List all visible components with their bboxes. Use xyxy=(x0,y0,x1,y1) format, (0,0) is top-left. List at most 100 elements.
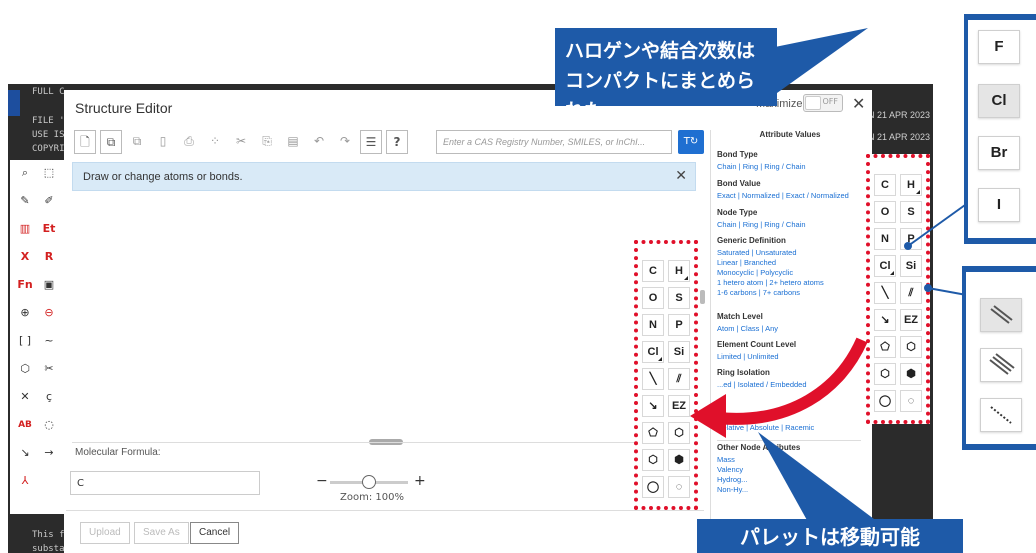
cyclopentane-icon[interactable]: ⬠ xyxy=(642,422,664,444)
zoom-out-icon[interactable]: − xyxy=(316,473,328,489)
hydrogen-button[interactable]: H xyxy=(668,260,690,282)
ring-open-icon[interactable]: ◌ xyxy=(668,476,690,498)
attribute-options[interactable]: Chain | Ring | Ring / Chain xyxy=(717,162,861,172)
copy-icon[interactable]: ⎘ xyxy=(256,130,278,154)
single-bond-icon[interactable]: ╲ xyxy=(642,368,664,390)
attribute-header: Attribute Values xyxy=(759,130,821,139)
translate-button[interactable]: T↻ xyxy=(678,130,704,154)
help-button[interactable]: ? xyxy=(386,130,408,154)
fluorine-button[interactable]: F xyxy=(978,30,1020,64)
wedge-bond-icon[interactable]: ↘ xyxy=(874,309,896,331)
nitrogen-button[interactable]: N xyxy=(642,314,664,336)
background-line: substa xyxy=(32,544,65,553)
carbon-button[interactable]: C xyxy=(874,174,896,196)
editor-toolbar: 🗋 ⧉ ⧉ ▯ ⎙ ⁘ ✂ ⎘ ▤ ↶ ↷ ☰ ? Enter a CAS Re… xyxy=(74,130,704,156)
positive-charge-icon[interactable]: ⊕ xyxy=(14,302,36,324)
panel-scrollbar[interactable] xyxy=(700,290,705,304)
callout-text: ハロゲンや結合次数は コンパクトにまとめられた xyxy=(565,40,756,122)
node-icon[interactable]: ⅄ xyxy=(14,470,36,492)
redo-icon[interactable]: ↷ xyxy=(334,130,356,154)
upload-button[interactable]: Upload xyxy=(80,522,130,544)
hint-text: Draw or change atoms or bonds. xyxy=(83,171,243,183)
x-variable-button[interactable]: X xyxy=(14,246,36,268)
bromine-button[interactable]: Br xyxy=(978,136,1020,170)
structure-search-input[interactable]: Enter a CAS Registry Number, SMILES, or … xyxy=(436,130,672,154)
cancel-button[interactable]: Cancel xyxy=(190,522,240,544)
export-icon[interactable]: ⧉ xyxy=(126,130,148,154)
zoom-handle[interactable] xyxy=(362,475,376,489)
zoom-in-icon[interactable]: + xyxy=(414,473,426,489)
marquee-icon[interactable]: ⬚ xyxy=(38,162,60,184)
cyclohexane-icon[interactable]: ⬡ xyxy=(642,449,664,471)
draw-icon[interactable]: ✐ xyxy=(38,190,60,212)
chlorine-button[interactable]: Cl xyxy=(642,341,664,363)
hydrogen-button[interactable]: H xyxy=(900,174,922,196)
import-icon[interactable]: ⧉ xyxy=(100,130,122,154)
ez-button[interactable]: EZ xyxy=(900,309,922,331)
reaction-arrow-icon[interactable]: → xyxy=(38,442,60,464)
ring-open-icon[interactable]: ◌ xyxy=(900,390,922,412)
more-options-icon xyxy=(658,357,662,361)
bond-cut-icon[interactable]: ✂ xyxy=(38,358,60,380)
carbon-button[interactable]: C xyxy=(642,260,664,282)
benzene-icon[interactable]: ⬢ xyxy=(668,449,690,471)
lasso-icon[interactable]: ⌕ xyxy=(14,162,36,184)
oxygen-button[interactable]: O xyxy=(642,287,664,309)
paste-icon[interactable]: ▤ xyxy=(282,130,304,154)
ethyl-button[interactable]: Et xyxy=(38,218,60,240)
attribute-group-title: Node Type xyxy=(717,208,758,217)
shortcut-icon[interactable]: ▣ xyxy=(38,274,60,296)
double-bond-icon[interactable] xyxy=(980,298,1022,332)
zoom-slider[interactable]: − + xyxy=(316,473,426,491)
wedge-bond-icon[interactable]: ↘ xyxy=(642,395,664,417)
label-ab-button[interactable]: AB xyxy=(14,414,36,436)
nitrogen-button[interactable]: N xyxy=(874,228,896,250)
more-options-icon xyxy=(684,276,688,280)
dashed-bond-icon[interactable] xyxy=(980,398,1022,432)
ring-icon[interactable]: ◯ xyxy=(874,390,896,412)
cyclohexane-icon[interactable]: ⬡ xyxy=(900,336,922,358)
iodine-button[interactable]: I xyxy=(978,188,1020,222)
settings-icon[interactable]: ☰ xyxy=(360,130,382,154)
attribute-options[interactable]: Saturated | Unsaturated Linear | Branche… xyxy=(717,248,861,298)
molecular-formula-field[interactable]: C xyxy=(70,471,260,495)
zoom-label: Zoom: 100% xyxy=(340,492,404,503)
chain-icon[interactable]: ▥ xyxy=(14,218,36,240)
attribute-options[interactable]: Exact | Normalized | Exact / Normalized xyxy=(717,191,861,201)
chlorine-button[interactable]: Cl xyxy=(874,255,896,277)
undo-icon[interactable]: ↶ xyxy=(308,130,330,154)
ring-icon[interactable]: ◯ xyxy=(642,476,664,498)
negative-charge-icon[interactable]: ⊖ xyxy=(38,302,60,324)
background-line: FULL C xyxy=(32,87,65,97)
pencil-icon[interactable]: ✎ xyxy=(14,190,36,212)
attach-icon[interactable]: ç xyxy=(38,386,60,408)
select-all-icon[interactable]: ⁘ xyxy=(204,130,226,154)
callout-palette-movable: パレットは移動可能 xyxy=(697,519,963,553)
chain-wave-icon[interactable]: ~ xyxy=(38,330,60,352)
clipboard-icon[interactable]: ▯ xyxy=(152,130,174,154)
more-options-icon xyxy=(916,190,920,194)
cyclohexane-icon[interactable]: ⬡ xyxy=(874,363,896,385)
hint-close-icon[interactable]: ✕ xyxy=(675,167,687,184)
save-as-button[interactable]: Save As xyxy=(134,522,189,544)
attribute-group-title: Bond Type xyxy=(717,150,758,159)
background-date: N 21 APR 2023 xyxy=(868,132,931,142)
single-bond-icon[interactable]: ╲ xyxy=(874,282,896,304)
ring-icon[interactable]: ⬡ xyxy=(14,358,36,380)
function-button[interactable]: Fn xyxy=(14,274,36,296)
lasso-ring-icon[interactable]: ◌ xyxy=(38,414,60,436)
attribute-options[interactable]: Chain | Ring | Ring / Chain xyxy=(717,220,861,230)
oxygen-button[interactable]: O xyxy=(874,201,896,223)
cut-icon[interactable]: ✂ xyxy=(230,130,252,154)
new-file-icon[interactable]: 🗋 xyxy=(74,130,96,154)
eraser-icon[interactable]: ✕ xyxy=(14,386,36,408)
sulfur-button[interactable]: S xyxy=(668,287,690,309)
r-group-button[interactable]: R xyxy=(38,246,60,268)
triple-bond-icon[interactable] xyxy=(980,348,1022,382)
benzene-icon[interactable]: ⬢ xyxy=(900,363,922,385)
chlorine-button[interactable]: Cl xyxy=(978,84,1020,118)
cyclopentane-icon[interactable]: ⬠ xyxy=(874,336,896,358)
bracket-icon[interactable]: [ ] xyxy=(14,330,36,352)
arrow-bond-icon[interactable]: ↘ xyxy=(14,442,36,464)
print-icon[interactable]: ⎙ xyxy=(178,130,200,154)
